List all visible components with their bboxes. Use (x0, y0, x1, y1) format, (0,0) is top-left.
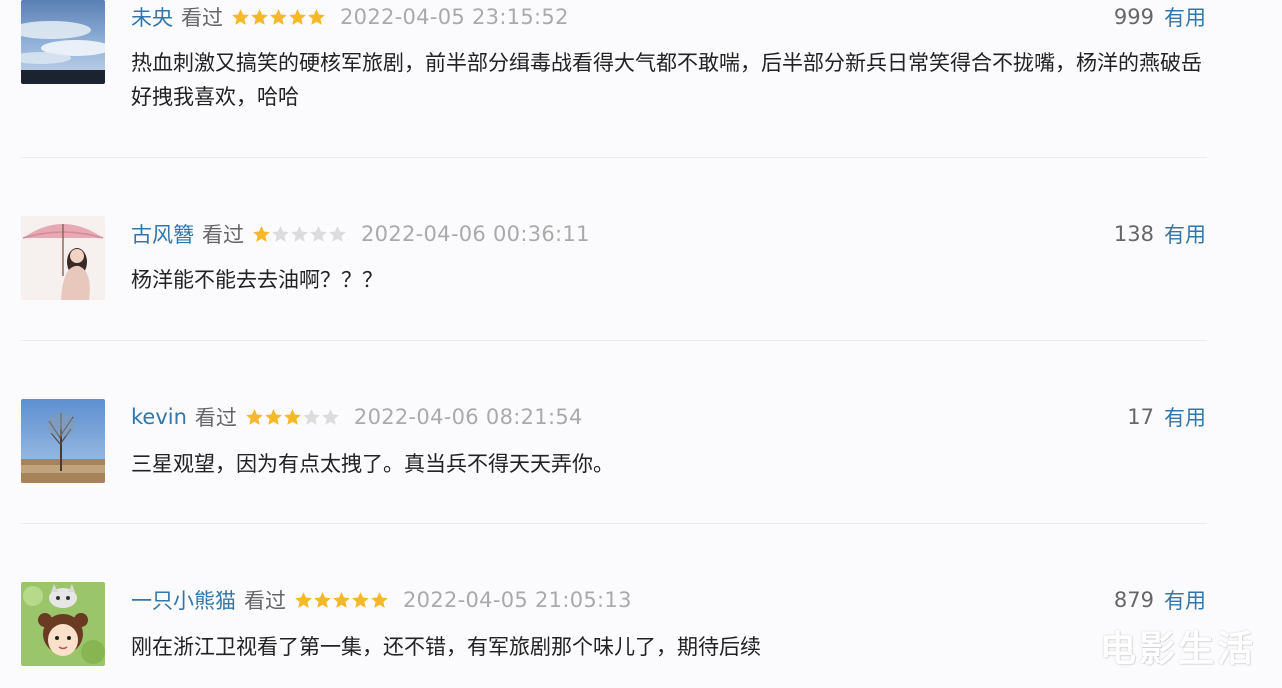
comment-meta: kevin 看过 2022-04-06 08:21:54 (131, 403, 583, 431)
username-link[interactable]: 古风簪 (131, 219, 194, 249)
umbrella-girl-avatar[interactable] (21, 216, 105, 300)
cartoon-girl-cat-avatar[interactable] (21, 582, 105, 666)
star-empty-icon (321, 408, 340, 427)
star-full-icon (332, 591, 351, 610)
star-full-icon (245, 408, 264, 427)
star-full-icon (288, 8, 307, 27)
star-rating (252, 225, 347, 244)
divider (21, 523, 1207, 524)
vote-area: 879 有用 (1114, 586, 1206, 614)
star-empty-icon (302, 408, 321, 427)
vote-count: 879 (1113, 588, 1154, 612)
comment-timestamp: 2022-04-05 21:05:13 (403, 588, 632, 612)
watch-status: 看过 (202, 223, 244, 247)
useful-button[interactable]: 有用 (1164, 2, 1206, 32)
star-rating (294, 591, 389, 610)
divider (21, 340, 1207, 341)
star-full-icon (294, 591, 313, 610)
vote-count: 999 (1113, 5, 1154, 29)
comment-text: 杨洋能不能去去油啊？？？ (131, 268, 383, 292)
star-full-icon (283, 408, 302, 427)
vote-area: 138 有用 (1114, 220, 1206, 248)
watch-status: 看过 (244, 589, 286, 613)
comment-timestamp: 2022-04-05 23:15:52 (340, 5, 569, 29)
star-empty-icon (290, 225, 309, 244)
star-full-icon (370, 591, 389, 610)
star-full-icon (269, 8, 288, 27)
comment-timestamp: 2022-04-06 00:36:11 (361, 222, 590, 246)
comment-timestamp: 2022-04-06 08:21:54 (353, 405, 583, 429)
username-link[interactable]: 一只小熊猫 (131, 585, 236, 615)
star-full-icon (264, 408, 283, 427)
watch-status: 看过 (194, 406, 237, 430)
star-full-icon (351, 591, 370, 610)
useful-button[interactable]: 有用 (1164, 402, 1206, 432)
watermark: 电影生活 (1100, 629, 1257, 670)
star-full-icon (252, 225, 271, 244)
star-empty-icon (328, 225, 347, 244)
sky-clouds-avatar[interactable] (21, 0, 105, 84)
vote-count: 17 (1127, 405, 1154, 429)
comment-text: 三星观望，因为有点太拽了。真当兵不得天天弄你。 (131, 452, 614, 476)
star-full-icon (250, 8, 269, 27)
username-link[interactable]: kevin (131, 405, 187, 429)
comment-text: 刚在浙江卫视看了第一集，还不错，有军旅剧那个味儿了，期待后续 (131, 635, 761, 659)
lone-tree-avatar[interactable] (21, 399, 105, 483)
comment-meta: 古风簪 看过 2022-04-06 00:36:11 (131, 220, 590, 248)
vote-count: 138 (1113, 222, 1154, 246)
divider (21, 157, 1207, 158)
comment-meta: 未央 看过 2022-04-05 23:15:52 (131, 3, 569, 31)
comments-page: 未央 看过 2022-04-05 23:15:52 999 有用 热血刺激又搞笑… (0, 0, 1282, 688)
star-rating (231, 8, 326, 27)
star-rating (245, 408, 340, 427)
vote-area: 999 有用 (1114, 3, 1206, 31)
watch-status: 看过 (181, 6, 223, 30)
star-empty-icon (309, 225, 328, 244)
vote-area: 17 有用 (1127, 403, 1206, 431)
star-full-icon (313, 591, 332, 610)
comment-text: 热血刺激又搞笑的硬核军旅剧，前半部分缉毒战看得大气都不敢喘，后半部分新兵日常笑得… (131, 51, 1202, 109)
star-full-icon (307, 8, 326, 27)
useful-button[interactable]: 有用 (1164, 585, 1206, 615)
useful-button[interactable]: 有用 (1164, 219, 1206, 249)
star-empty-icon (271, 225, 290, 244)
star-full-icon (231, 8, 250, 27)
comment-meta: 一只小熊猫 看过 2022-04-05 21:05:13 (131, 586, 632, 614)
username-link[interactable]: 未央 (131, 2, 173, 32)
